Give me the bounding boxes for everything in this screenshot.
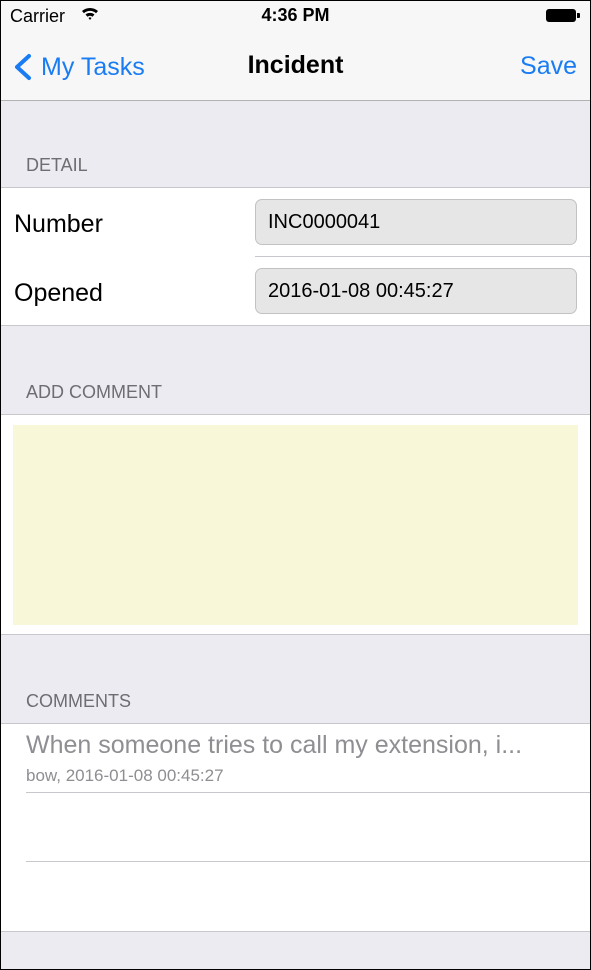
battery-icon bbox=[546, 9, 580, 22]
divider bbox=[1, 931, 590, 932]
opened-label: Opened bbox=[14, 279, 103, 307]
divider bbox=[255, 256, 590, 257]
status-bar: Carrier 4:36 PM bbox=[1, 1, 590, 31]
comment-item-text[interactable]: When someone tries to call my extension,… bbox=[26, 731, 571, 760]
comment-item-meta: bow, 2016-01-08 00:45:27 bbox=[26, 766, 224, 785]
divider bbox=[26, 792, 590, 793]
divider bbox=[1, 325, 590, 326]
divider bbox=[1, 634, 590, 635]
comments-section-header: COMMENTS bbox=[26, 691, 131, 711]
clock: 4:36 PM bbox=[261, 5, 330, 25]
add-comment-section-header: ADD COMMENT bbox=[26, 382, 162, 402]
comment-input[interactable] bbox=[13, 425, 578, 625]
number-field[interactable]: INC0000041 bbox=[255, 199, 577, 245]
opened-field[interactable]: 2016-01-08 00:45:27 bbox=[255, 268, 577, 314]
detail-section: Number INC0000041 Opened 2016-01-08 00:4… bbox=[1, 188, 590, 325]
screen: Carrier 4:36 PM My Tasks Incident Save D… bbox=[0, 0, 591, 970]
detail-section-header: DETAIL bbox=[26, 155, 88, 175]
page-title: Incident bbox=[247, 51, 344, 79]
number-label: Number bbox=[14, 210, 103, 238]
divider bbox=[26, 861, 590, 862]
navigation-bar: My Tasks Incident Save bbox=[1, 31, 590, 101]
save-button[interactable]: Save bbox=[520, 52, 577, 81]
